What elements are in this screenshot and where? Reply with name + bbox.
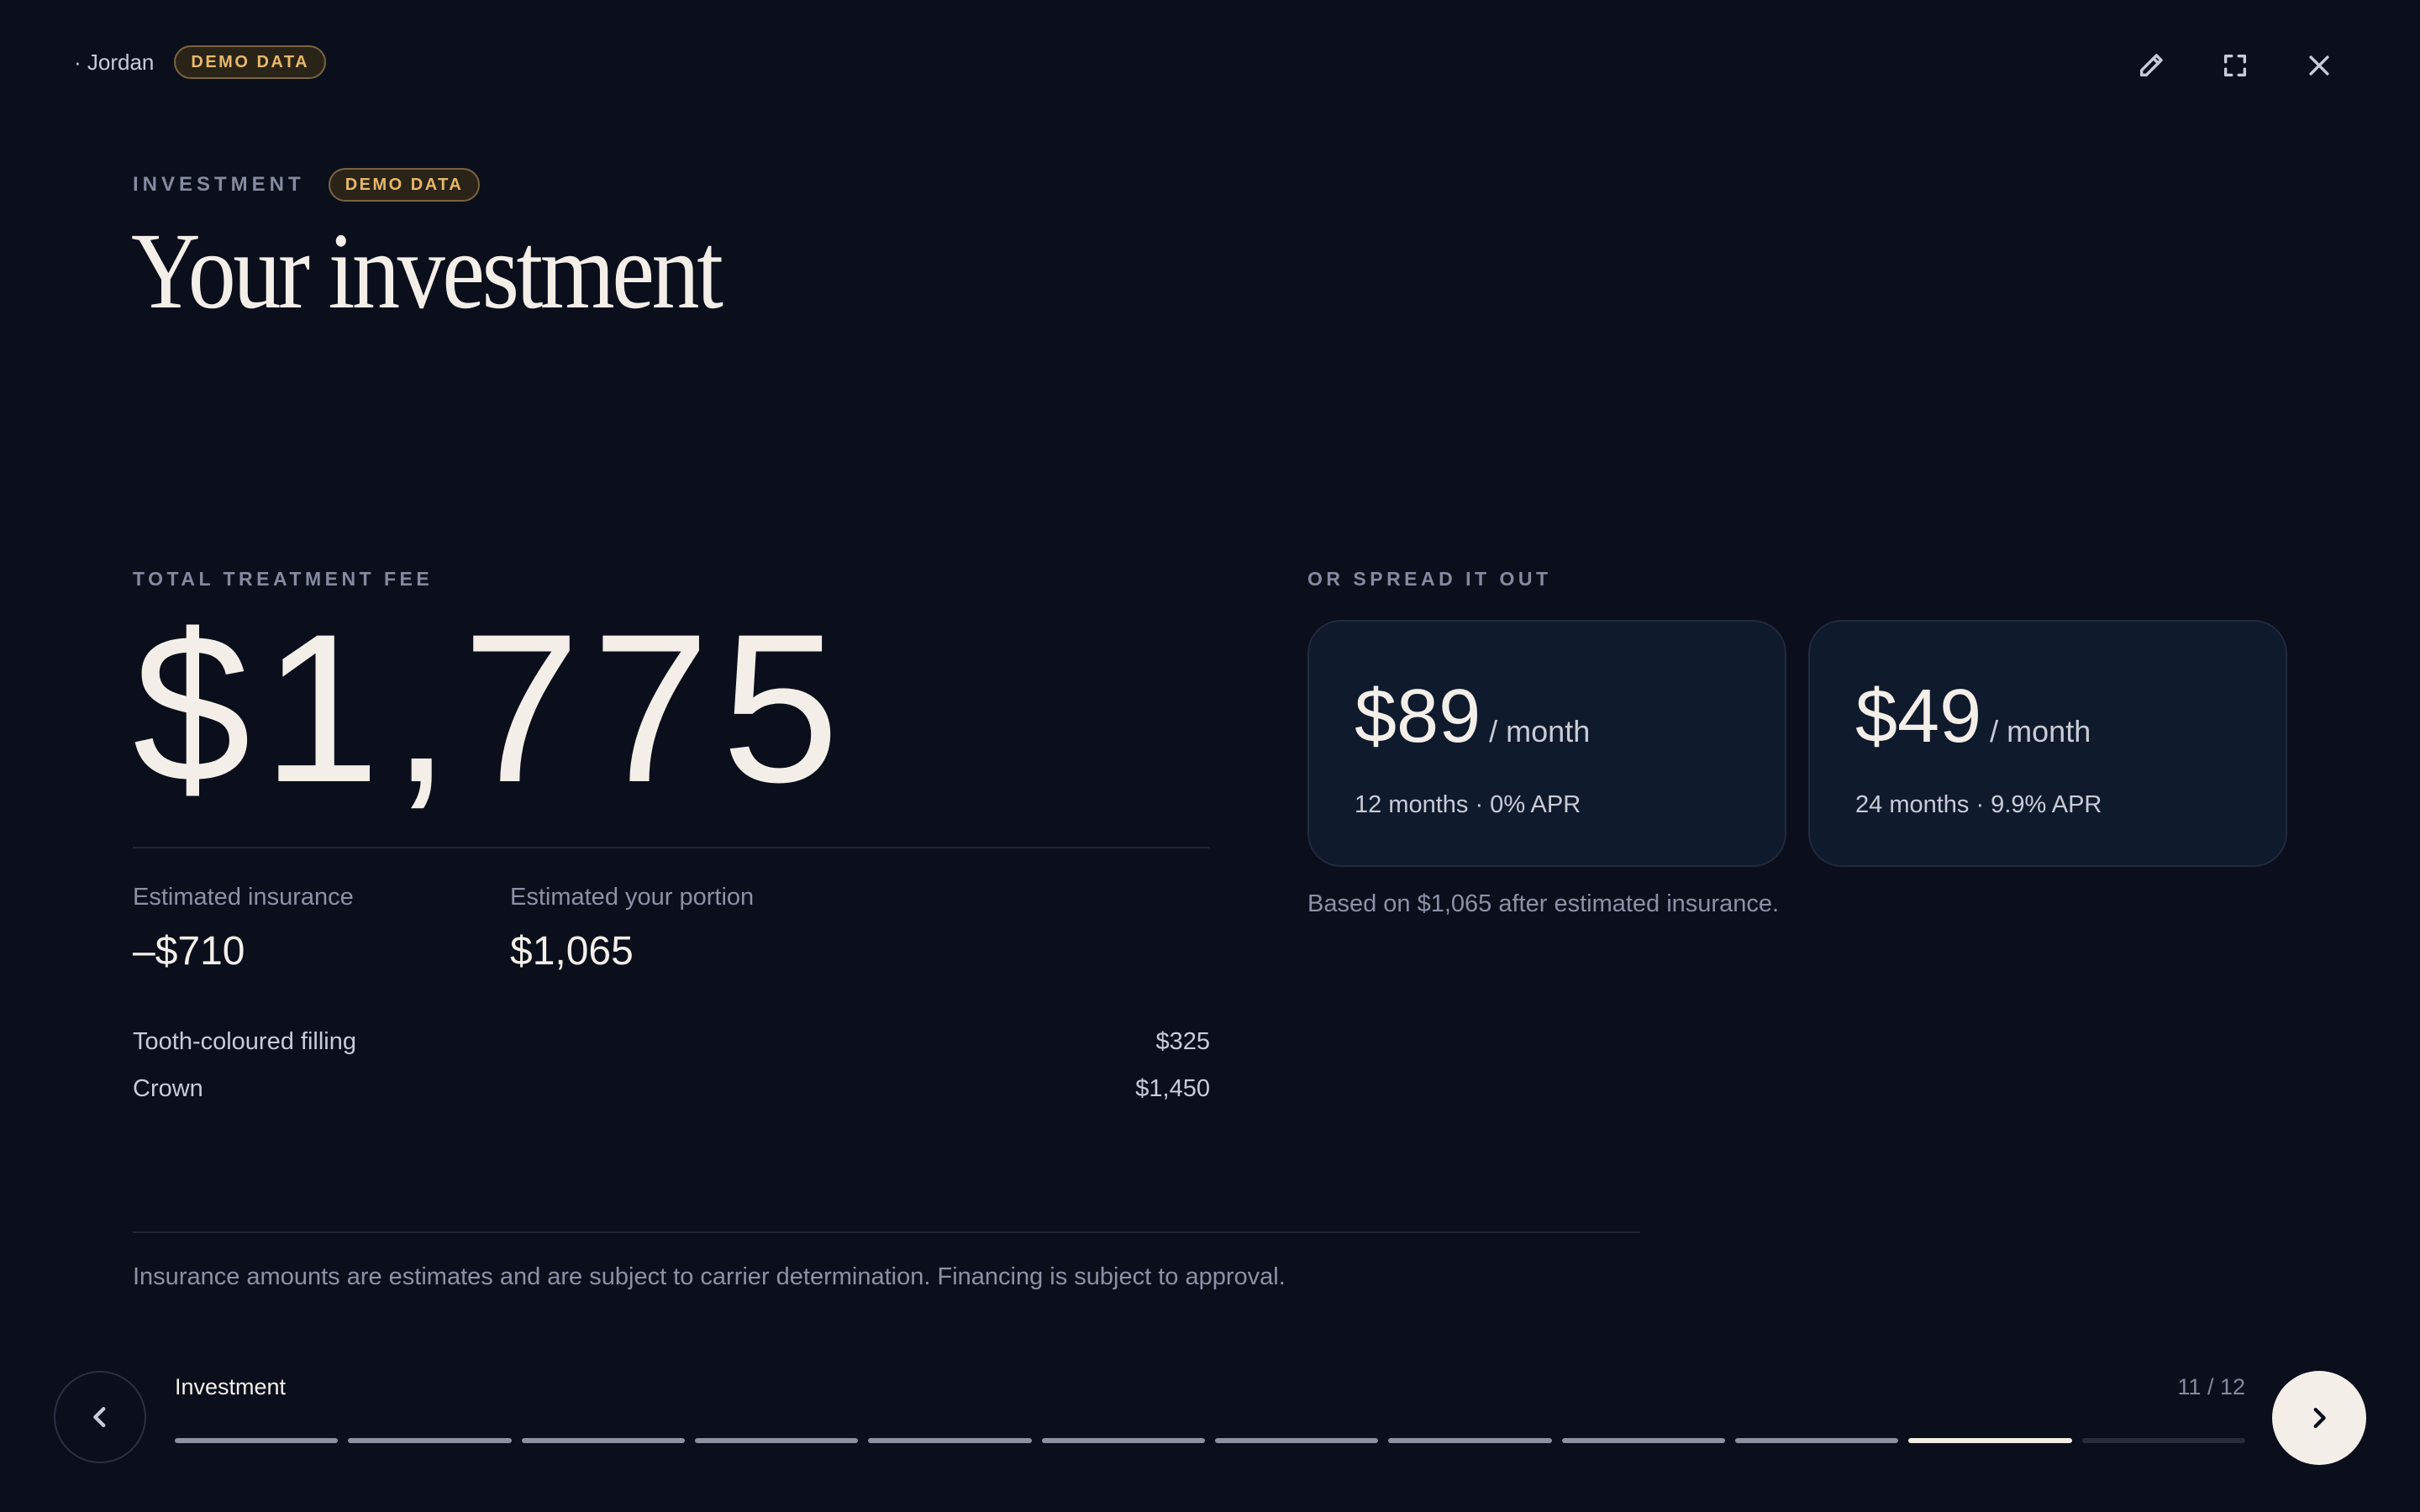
plan-amount: $89 xyxy=(1355,675,1481,759)
top-bar: · Jordan DEMO DATA xyxy=(74,45,327,79)
financing-label: OR SPREAD IT OUT xyxy=(1307,568,1552,590)
chevron-left-icon xyxy=(93,1406,106,1428)
line-item: Tooth-coloured filling $325 xyxy=(133,1018,1210,1065)
plan-terms: 24 months · 9.9% APR xyxy=(1855,791,2102,818)
progress-segment[interactable] xyxy=(1214,1438,1379,1443)
treatment-line-items: Tooth-coloured filling $325 Crown $1,450 xyxy=(133,1018,1210,1112)
plan-period: / month xyxy=(1990,714,2091,748)
divider xyxy=(133,847,1210,848)
divider xyxy=(133,1231,1640,1233)
step-counter: 11 / 12 xyxy=(2177,1374,2245,1399)
line-item-name: Tooth-coloured filling xyxy=(133,1027,356,1055)
progress-segment[interactable] xyxy=(1561,1438,1725,1443)
patient-name: · Jordan xyxy=(74,49,155,75)
plan-terms: 12 months · 0% APR xyxy=(1355,791,1581,818)
slide-demo-badge: DEMO DATA xyxy=(328,168,481,202)
line-item-price: $325 xyxy=(1155,1027,1210,1055)
estimated-insurance-value: –$710 xyxy=(133,929,245,974)
progress-segment[interactable] xyxy=(2081,1438,2245,1443)
close-icon xyxy=(2309,55,2329,76)
progress-segment[interactable] xyxy=(694,1438,859,1443)
progress-bar xyxy=(175,1438,2245,1443)
progress-segment[interactable] xyxy=(868,1438,1032,1443)
plan-card-24-months[interactable]: $49 / month 24 months · 9.9% APR xyxy=(1808,620,2287,867)
estimated-portion: Estimated your portion $1,065 xyxy=(510,884,754,974)
progress-segment[interactable] xyxy=(175,1438,339,1443)
close-button[interactable] xyxy=(2292,39,2346,92)
line-item-name: Crown xyxy=(133,1074,203,1102)
edit-button[interactable] xyxy=(2124,39,2178,92)
plan-card-12-months[interactable]: $89 / month 12 months · 0% APR xyxy=(1307,620,1786,867)
fullscreen-icon xyxy=(2223,54,2247,77)
estimated-portion-value: $1,065 xyxy=(510,929,634,974)
progress-segment[interactable] xyxy=(1388,1438,1552,1443)
page-title: Your investment xyxy=(131,211,723,332)
total-fee-value: $1,775 xyxy=(133,591,851,827)
total-fee-label: TOTAL TREATMENT FEE xyxy=(133,568,434,590)
progress-segment[interactable] xyxy=(1041,1438,1205,1443)
chevron-right-icon xyxy=(2313,1407,2326,1429)
progress-segment[interactable] xyxy=(521,1438,685,1443)
current-step-name: Investment xyxy=(175,1374,287,1399)
progress-segment[interactable] xyxy=(348,1438,512,1443)
line-item-price: $1,450 xyxy=(1135,1074,1210,1102)
previous-slide-button[interactable] xyxy=(54,1371,146,1463)
next-slide-button[interactable] xyxy=(2272,1371,2366,1465)
demo-data-badge: DEMO DATA xyxy=(174,45,327,79)
progress-segment[interactable] xyxy=(1734,1438,1899,1443)
plan-amount: $49 xyxy=(1855,675,1982,759)
pencil-icon xyxy=(2139,54,2163,77)
slide-eyebrow: INVESTMENT xyxy=(133,173,305,196)
line-item: Crown $1,450 xyxy=(133,1065,1210,1112)
financing-note: Based on $1,065 after estimated insuranc… xyxy=(1307,890,1780,917)
estimated-insurance: Estimated insurance –$710 xyxy=(133,884,354,974)
progress-segment[interactable] xyxy=(1908,1438,2072,1443)
slide-eyebrow-row: INVESTMENT DEMO DATA xyxy=(133,168,481,202)
fullscreen-button[interactable] xyxy=(2208,39,2262,92)
plan-period: / month xyxy=(1489,714,1591,748)
plan-price: $49 / month xyxy=(1855,679,2286,754)
plan-price: $89 / month xyxy=(1355,679,1785,754)
top-actions xyxy=(2124,39,2346,92)
disclaimer-text: Insurance amounts are estimates and are … xyxy=(133,1263,1286,1290)
estimated-portion-label: Estimated your portion xyxy=(510,884,755,911)
financing-plans: $89 / month 12 months · 0% APR $49 / mon… xyxy=(1307,620,2287,867)
presentation-slide: · Jordan DEMO DATA INVESTMENT DEMO DATA … xyxy=(0,0,2420,1512)
estimated-insurance-label: Estimated insurance xyxy=(133,884,354,911)
